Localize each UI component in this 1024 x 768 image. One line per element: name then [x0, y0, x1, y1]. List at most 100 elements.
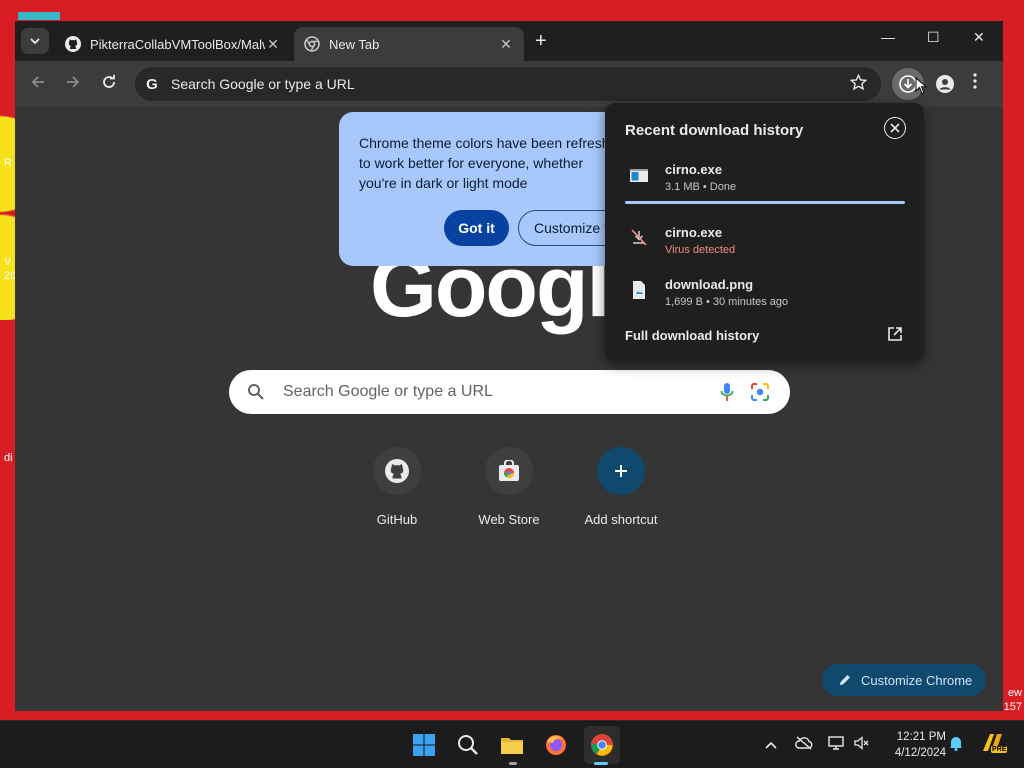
toolbar: G Search Google or type a URL	[15, 61, 1003, 107]
tab-strip: PikterraCollabVMToolBox/Malw ✕ New Tab ✕…	[15, 21, 1003, 61]
search-icon	[458, 735, 478, 755]
search-placeholder: Search Google or type a URL	[283, 383, 493, 400]
download-history-panel: Recent download history cirno.exe 3.1 MB…	[605, 103, 924, 361]
theme-bubble-line: to work better for everyone, whether	[359, 155, 584, 171]
profile-avatar[interactable]	[935, 74, 955, 94]
shortcut-icon-tile	[485, 447, 533, 495]
clock-date: 4/12/2024	[894, 747, 946, 759]
volume-muted-icon[interactable]	[854, 736, 870, 753]
shortcut-label: Add shortcut	[584, 512, 658, 527]
cloud-offline-icon[interactable]	[795, 736, 813, 753]
chevron-up-icon[interactable]	[765, 736, 777, 752]
customize-chrome-label: Customize Chrome	[861, 672, 973, 688]
file-explorer-button[interactable]	[498, 731, 526, 759]
tab-new-tab[interactable]: New Tab ✕	[294, 27, 524, 61]
desktop-corner-text: 157	[1003, 701, 1022, 713]
download-progress-bar	[625, 201, 905, 204]
download-filename: cirno.exe	[665, 225, 723, 240]
tab-close-icon[interactable]: ✕	[498, 36, 514, 53]
mouse-cursor-icon	[915, 77, 927, 95]
close-icon[interactable]	[884, 117, 906, 139]
desktop-window-edge	[18, 12, 60, 20]
desktop-corner-text: ew	[1007, 687, 1022, 699]
person-icon	[936, 75, 954, 93]
github-icon	[65, 36, 81, 52]
ntp-search-box[interactable]: Search Google or type a URL	[229, 370, 790, 414]
got-it-button[interactable]: Got it	[444, 210, 509, 246]
google-g-icon: G	[146, 75, 158, 93]
download-status-danger: Virus detected	[665, 244, 736, 256]
microphone-icon[interactable]	[720, 382, 734, 407]
desktop-icon-label: di	[4, 452, 13, 464]
download-filename: cirno.exe	[665, 162, 723, 177]
search-icon	[229, 383, 283, 401]
image-file-icon	[633, 281, 645, 299]
maximize-icon[interactable]: ☐	[927, 29, 940, 46]
tab-title: New Tab	[329, 36, 380, 52]
desktop-icon-label: R	[4, 157, 12, 169]
close-window-icon[interactable]: ✕	[973, 29, 985, 46]
back-arrow-icon[interactable]	[30, 74, 46, 95]
minimize-icon[interactable]: —	[881, 29, 895, 45]
desktop-icon-label: V	[4, 256, 12, 268]
theme-bubble-line: Chrome theme colors have been refresh	[359, 135, 610, 151]
web-store-icon	[499, 460, 519, 481]
tab-search-button[interactable]	[21, 28, 49, 54]
plus-icon	[615, 465, 627, 477]
taskbar-search-button[interactable]	[454, 731, 482, 759]
new-tab-button[interactable]: +	[535, 30, 547, 53]
open-external-icon[interactable]	[887, 326, 903, 342]
system-clock[interactable]: 12:21 PM 4/12/2024	[880, 729, 946, 761]
shortcut-add[interactable]: Add shortcut	[565, 447, 677, 527]
shortcut-icon-tile	[373, 447, 421, 495]
chevron-down-icon	[30, 38, 40, 44]
active-indicator	[594, 762, 608, 765]
download-item[interactable]: download.png 1,699 B • 30 minutes ago	[625, 274, 905, 318]
customize-chrome-button[interactable]: Customize Chrome	[822, 664, 986, 696]
download-status: 1,699 B • 30 minutes ago	[665, 296, 789, 308]
windows-icon	[413, 734, 435, 756]
forward-arrow-icon[interactable]	[65, 74, 81, 95]
shortcut-label: Web Store	[478, 512, 540, 527]
shortcut-web-store[interactable]: Web Store	[453, 447, 565, 527]
google-lens-icon[interactable]	[750, 382, 770, 407]
panel-title: Recent download history	[625, 122, 804, 139]
folder-icon	[501, 738, 523, 754]
clock-time: 12:21 PM	[896, 731, 946, 743]
download-item[interactable]: cirno.exe Virus detected	[625, 222, 905, 266]
firefox-button[interactable]	[542, 731, 570, 759]
download-filename: download.png	[665, 277, 754, 292]
address-bar[interactable]: G Search Google or type a URL	[135, 67, 881, 101]
bookmark-star-icon[interactable]	[849, 73, 868, 96]
chrome-taskbar-button[interactable]	[588, 731, 616, 759]
download-status: 3.1 MB • Done	[665, 181, 737, 193]
chrome-icon	[591, 734, 613, 756]
taskbar: 12:21 PM 4/12/2024 PRE	[0, 720, 1024, 768]
address-bar-placeholder: Search Google or type a URL	[171, 76, 355, 92]
notification-bell-icon[interactable]	[949, 735, 963, 754]
pencil-icon	[840, 675, 850, 685]
reload-icon[interactable]	[101, 74, 117, 95]
shortcut-label: GitHub	[376, 512, 418, 527]
theme-refresh-bubble: Chrome theme colors have been refresh to…	[339, 112, 611, 266]
tab-close-icon[interactable]: ✕	[265, 36, 281, 53]
chrome-icon	[304, 36, 320, 52]
github-icon	[385, 459, 409, 483]
shortcut-github[interactable]: GitHub	[341, 447, 453, 527]
start-button[interactable]	[410, 731, 438, 759]
theme-bubble-message: Chrome theme colors have been refresh to…	[359, 133, 611, 193]
theme-bubble-line: you're in dark or light mode	[359, 175, 528, 191]
download-item[interactable]: cirno.exe 3.1 MB • Done	[625, 159, 905, 203]
copilot-pre-icon[interactable]: PRE	[980, 731, 1008, 757]
tab-github[interactable]: PikterraCollabVMToolBox/Malw ✕	[55, 27, 291, 61]
network-icon[interactable]	[828, 736, 844, 753]
shortcut-icon-tile	[597, 447, 645, 495]
tab-title: PikterraCollabVMToolBox/Malw	[90, 36, 265, 52]
firefox-icon	[546, 735, 566, 755]
customize-theme-button[interactable]: Customize t	[518, 210, 611, 246]
full-download-history-link[interactable]: Full download history	[625, 328, 759, 343]
pre-badge: PRE	[991, 746, 1008, 753]
running-indicator	[509, 762, 517, 765]
exe-file-icon	[630, 169, 648, 182]
more-menu-icon[interactable]	[973, 73, 977, 94]
